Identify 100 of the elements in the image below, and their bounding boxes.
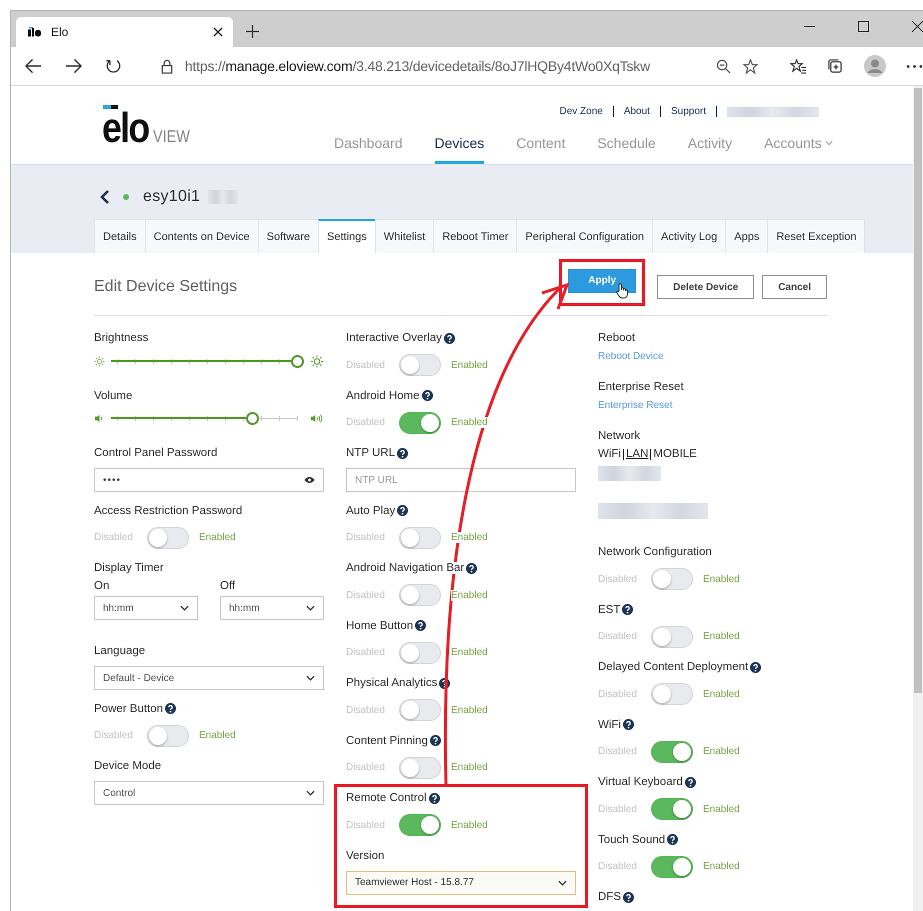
- tab[interactable]: Peripheral Configuration: [516, 219, 654, 253]
- toggle-switch[interactable]: [651, 740, 693, 762]
- setting-label: Volume: [94, 390, 132, 402]
- chevron-down-icon: [306, 605, 315, 611]
- setting-label: Language: [94, 645, 146, 657]
- help-icon[interactable]: [667, 834, 678, 845]
- back-arrow-icon[interactable]: [25, 58, 42, 74]
- tab[interactable]: Details: [94, 219, 146, 253]
- help-icon[interactable]: [415, 620, 426, 631]
- help-icon[interactable]: [466, 562, 478, 574]
- help-icon[interactable]: [444, 332, 455, 344]
- zoom-out-icon[interactable]: [716, 58, 732, 74]
- close-window-icon[interactable]: [912, 21, 923, 32]
- toggle-switch[interactable]: [651, 856, 693, 878]
- tab[interactable]: Contents on Device: [144, 219, 259, 253]
- tab[interactable]: Whitelist: [374, 219, 434, 253]
- dropdown-select[interactable]: Teamviewer Host - 15.8.77: [346, 870, 576, 894]
- refresh-icon[interactable]: [104, 58, 122, 74]
- toggle-switch[interactable]: [651, 683, 693, 705]
- time-select[interactable]: hh:mm: [94, 596, 198, 620]
- header-link[interactable]: Support: [670, 106, 706, 117]
- enabled-label: Enabled: [451, 647, 488, 658]
- favorite-star-icon[interactable]: [743, 58, 758, 74]
- setting-label: NTP URL: [346, 447, 395, 459]
- tab[interactable]: Settings: [318, 219, 376, 253]
- network-option[interactable]: WiFi: [598, 448, 621, 460]
- setting-label: Display Timer: [94, 562, 164, 574]
- setting-label: Interactive Overlay: [346, 332, 442, 344]
- toggle-switch[interactable]: [651, 626, 693, 648]
- dim-sun-icon: [94, 356, 105, 366]
- setting-label: Reboot: [598, 332, 636, 344]
- help-icon[interactable]: [397, 505, 408, 516]
- toggle-switch[interactable]: [399, 412, 441, 434]
- maximize-icon[interactable]: [858, 21, 869, 32]
- setting-label: Touch Sound: [598, 834, 666, 846]
- enabled-label: Enabled: [703, 861, 740, 872]
- setting-label: Network Configuration: [598, 546, 712, 558]
- help-icon[interactable]: [622, 604, 634, 615]
- lock-icon: [160, 58, 173, 74]
- enabled-label: Enabled: [199, 532, 236, 543]
- input-field[interactable]: NTP URL: [346, 468, 576, 492]
- help-icon[interactable]: [750, 662, 762, 672]
- network-option[interactable]: LAN: [626, 448, 648, 460]
- slider-track[interactable]: [111, 354, 304, 368]
- help-icon[interactable]: [623, 719, 634, 730]
- toggle-switch[interactable]: [399, 642, 441, 664]
- toggle-switch[interactable]: [651, 798, 693, 820]
- help-icon[interactable]: [397, 448, 408, 458]
- help-icon[interactable]: [428, 792, 440, 804]
- scrollbar-thumb[interactable]: [914, 88, 922, 693]
- toggle-switch[interactable]: [399, 814, 441, 836]
- toggle-switch[interactable]: [399, 756, 441, 778]
- dropdown-select[interactable]: Control: [94, 781, 324, 805]
- enabled-label: Enabled: [451, 704, 488, 716]
- header-link[interactable]: Dev Zone: [559, 106, 603, 117]
- elo-favicon-icon: [28, 27, 42, 37]
- eye-icon[interactable]: [304, 476, 315, 484]
- scrollbar[interactable]: [913, 86, 923, 911]
- collections-icon[interactable]: [827, 58, 844, 74]
- chevron-down-icon: [306, 790, 315, 796]
- toggle-switch[interactable]: [399, 699, 441, 721]
- setting-label: Physical Analytics: [346, 677, 438, 689]
- time-select[interactable]: hh:mm: [220, 596, 324, 620]
- cancel-button[interactable]: Cancel: [762, 275, 827, 299]
- help-icon[interactable]: [623, 892, 634, 902]
- setting-label: Remote Control: [346, 792, 427, 804]
- tab[interactable]: Reboot Timer: [433, 219, 518, 253]
- help-icon[interactable]: [684, 776, 696, 788]
- help-icon[interactable]: [165, 703, 176, 714]
- browser-tab[interactable]: Elo: [16, 17, 233, 47]
- logo-bar-icon: [103, 105, 118, 109]
- delete-device-button[interactable]: Delete Device: [657, 275, 754, 299]
- tab[interactable]: Activity Log: [652, 219, 726, 253]
- setting-label: Delayed Content Deployment: [598, 661, 748, 673]
- toggle-switch[interactable]: [399, 354, 441, 376]
- back-chevron-icon[interactable]: [100, 189, 110, 205]
- help-icon[interactable]: [430, 735, 441, 746]
- tab[interactable]: Software: [258, 219, 320, 253]
- close-tab-icon[interactable]: [213, 27, 223, 37]
- tab[interactable]: Apps: [725, 219, 768, 253]
- help-icon[interactable]: [439, 678, 450, 688]
- forward-arrow-icon[interactable]: [64, 58, 82, 74]
- help-icon[interactable]: [422, 390, 433, 401]
- toggle-switch[interactable]: [399, 584, 441, 606]
- slider-thumb[interactable]: [246, 412, 259, 425]
- toggle-switch[interactable]: [651, 568, 693, 590]
- password-field[interactable]: ••••: [94, 468, 324, 492]
- header-link[interactable]: About: [624, 106, 650, 117]
- toggle-switch[interactable]: [147, 526, 189, 548]
- dropdown-select[interactable]: Default - Device: [94, 666, 324, 690]
- slider-thumb[interactable]: [291, 354, 304, 368]
- profile-avatar-icon[interactable]: [864, 55, 886, 77]
- toggle-switch[interactable]: [147, 724, 189, 746]
- tab-title: Elo: [51, 25, 70, 39]
- new-tab-icon[interactable]: [246, 25, 259, 38]
- enabled-label: Enabled: [703, 746, 740, 757]
- network-option[interactable]: MOBILE: [653, 448, 697, 460]
- toggle-switch[interactable]: [399, 526, 441, 548]
- tab[interactable]: Reset Exception: [767, 219, 866, 253]
- favorites-list-icon[interactable]: [790, 58, 808, 74]
